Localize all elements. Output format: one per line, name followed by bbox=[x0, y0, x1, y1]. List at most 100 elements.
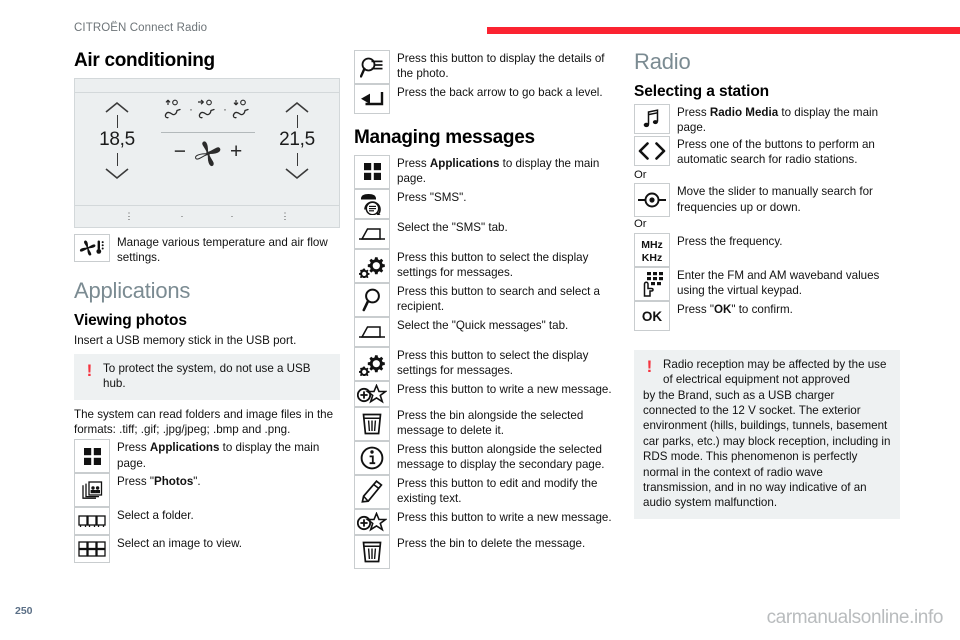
ac-center-controls: · · − + bbox=[151, 99, 265, 167]
ac-marker-2: · bbox=[180, 210, 184, 221]
info-secondary-page-text: Press this button alongside the selected… bbox=[397, 442, 605, 472]
back-arrow-icon[interactable] bbox=[354, 84, 390, 114]
or-label-1: Or bbox=[634, 168, 647, 181]
photo-details-text: Press this button to display the details… bbox=[397, 52, 605, 81]
press-sms-text: Press "SMS". bbox=[397, 190, 467, 204]
new-message-text-2: Press this button to write a new message… bbox=[397, 510, 612, 524]
select-folder-text: Select a folder. bbox=[117, 509, 194, 523]
ac-marker-1: ⋮ bbox=[124, 210, 134, 221]
magnifier-icon[interactable] bbox=[354, 282, 390, 317]
ac-dot-separator-2: · bbox=[223, 102, 227, 117]
new-message-text-1: Press this button to write a new message… bbox=[397, 382, 612, 396]
auto-search-row: Press one of the buttons to perform an a… bbox=[634, 135, 900, 168]
apps-grid-icon[interactable] bbox=[354, 154, 390, 189]
display-settings-row-1: Press this button to select the display … bbox=[354, 248, 620, 283]
virtual-keypad-icon[interactable] bbox=[634, 266, 670, 301]
ac-divider-line bbox=[161, 131, 255, 133]
press-frequency-text: Press the frequency. bbox=[677, 234, 783, 248]
bin-icon[interactable] bbox=[354, 534, 390, 569]
airflow-face-icon[interactable] bbox=[197, 99, 219, 120]
auto-search-text: Press one of the buttons to perform an a… bbox=[677, 137, 875, 167]
sms-bubble-icon[interactable] bbox=[354, 188, 390, 219]
quick-messages-tab-text: Select the "Quick messages" tab. bbox=[397, 318, 569, 332]
virtual-keypad-row: Enter the FM and AM waveband values usin… bbox=[634, 266, 900, 301]
ac-marker-4: ⋮ bbox=[280, 210, 290, 221]
bin-delete-text-1: Press the bin alongside the selected mes… bbox=[397, 408, 584, 438]
edit-text-row: Press this button to edit and modify the… bbox=[354, 474, 620, 509]
ok-confirm-text: Press "OK" to confirm. bbox=[677, 302, 793, 316]
settings-gear-icon[interactable] bbox=[354, 346, 390, 381]
fan-icon[interactable] bbox=[193, 139, 223, 167]
ac-dot-separator-1: · bbox=[189, 102, 193, 117]
radio-media-text: Press Radio Media to display the main pa… bbox=[677, 106, 879, 135]
ok-confirm-row: OK Press "OK" to confirm. bbox=[634, 300, 900, 331]
info-icon[interactable] bbox=[354, 440, 390, 475]
svg-text:MHz: MHz bbox=[641, 239, 663, 251]
photo-details-row: Press this button to display the details… bbox=[354, 50, 620, 84]
tab-icon[interactable] bbox=[354, 218, 390, 249]
bin-delete-text-2: Press the bin to delete the message. bbox=[397, 536, 586, 550]
ac-left-temperature-control[interactable]: 18,5 bbox=[89, 101, 145, 180]
messages-applications-text: Press Applications to display the main p… bbox=[397, 156, 600, 186]
new-message-icon[interactable] bbox=[354, 380, 390, 407]
photos-icon[interactable] bbox=[74, 473, 110, 508]
column-1: Air conditioning 18,5 · · − + 21,5 ⋮ · ·… bbox=[74, 50, 340, 564]
managing-messages-heading: Managing messages bbox=[354, 127, 535, 148]
manual-page: CITROËN Connect Radio Air conditioning 1… bbox=[0, 0, 960, 640]
chevron-up-icon[interactable] bbox=[284, 101, 310, 114]
edit-text-text: Press this button to edit and modify the… bbox=[397, 476, 598, 506]
viewing-photos-heading: Viewing photos bbox=[74, 311, 187, 329]
svg-text:KHz: KHz bbox=[642, 252, 662, 264]
folder-row-icon[interactable] bbox=[74, 507, 110, 536]
photos-applications-row: Press Applications to display the main p… bbox=[74, 439, 340, 474]
new-message-row-2: Press this button to write a new message… bbox=[354, 508, 620, 535]
sms-tab-row: Select the "SMS" tab. bbox=[354, 218, 620, 249]
ac-fan-minus-button[interactable]: − bbox=[174, 142, 186, 163]
chevron-down-icon[interactable] bbox=[104, 167, 130, 180]
search-recipient-row: Press this button to search and select a… bbox=[354, 282, 620, 317]
ac-settings-row: Manage various temperature and air flow … bbox=[74, 233, 340, 266]
ok-button-icon[interactable]: OK bbox=[634, 300, 670, 331]
header-red-rule bbox=[487, 27, 960, 34]
airflow-down-icon[interactable] bbox=[231, 99, 253, 120]
usb-hub-warning-text: To protect the system, do not use a USB … bbox=[103, 361, 311, 391]
ac-airflow-row: · · bbox=[163, 99, 253, 120]
radio-media-row: Press Radio Media to display the main pa… bbox=[634, 104, 900, 136]
mhz-khz-icon[interactable]: MHz KHz bbox=[634, 232, 670, 267]
column-3: Radio Selecting a station Press Radio Me… bbox=[634, 49, 900, 526]
column-2: Press this button to display the details… bbox=[354, 50, 620, 569]
info-secondary-page-row: Press this button alongside the selected… bbox=[354, 440, 620, 475]
air-conditioning-heading: Air conditioning bbox=[74, 50, 215, 71]
bin-delete-row-1: Press the bin alongside the selected mes… bbox=[354, 406, 620, 441]
ac-panel-illustration: 18,5 · · − + 21,5 ⋮ · · ⋮ bbox=[74, 77, 340, 228]
prev-next-arrows-icon[interactable] bbox=[634, 135, 670, 166]
tab-icon[interactable] bbox=[354, 316, 390, 347]
bin-icon[interactable] bbox=[354, 406, 390, 441]
ac-fan-plus-button[interactable]: + bbox=[230, 142, 242, 163]
press-frequency-row: MHz KHz Press the frequency. bbox=[634, 232, 900, 267]
display-settings-text-2: Press this button to select the display … bbox=[397, 348, 589, 378]
chevron-up-icon[interactable] bbox=[104, 101, 130, 114]
image-grid-icon[interactable] bbox=[74, 535, 110, 564]
ac-settings-text: Manage various temperature and air flow … bbox=[117, 235, 328, 265]
select-folder-row: Select a folder. bbox=[74, 507, 340, 536]
fan-thermometer-icon[interactable] bbox=[74, 233, 110, 262]
ac-right-temperature-value: 21,5 bbox=[279, 128, 315, 150]
apps-grid-icon[interactable] bbox=[74, 439, 110, 474]
slider-icon[interactable] bbox=[634, 183, 670, 218]
watermark: carmanualsonline.info bbox=[766, 607, 944, 628]
header-title: CITROËN Connect Radio bbox=[74, 22, 208, 34]
svg-text:OK: OK bbox=[642, 309, 663, 324]
new-message-icon[interactable] bbox=[354, 508, 390, 535]
ac-tick-lower bbox=[296, 152, 298, 166]
settings-gear-icon[interactable] bbox=[354, 248, 390, 283]
airflow-up-icon[interactable] bbox=[163, 99, 185, 120]
pencil-icon[interactable] bbox=[354, 474, 390, 509]
chevron-down-icon[interactable] bbox=[284, 167, 310, 180]
ac-right-temperature-control[interactable]: 21,5 bbox=[269, 101, 325, 180]
music-note-icon[interactable] bbox=[634, 104, 670, 134]
bin-delete-row-2: Press the bin to delete the message. bbox=[354, 534, 620, 569]
radio-warning-body-text: by the Brand, such as a USB charger conn… bbox=[643, 388, 891, 510]
page-number: 250 bbox=[15, 605, 33, 617]
photo-details-icon[interactable] bbox=[354, 50, 390, 84]
